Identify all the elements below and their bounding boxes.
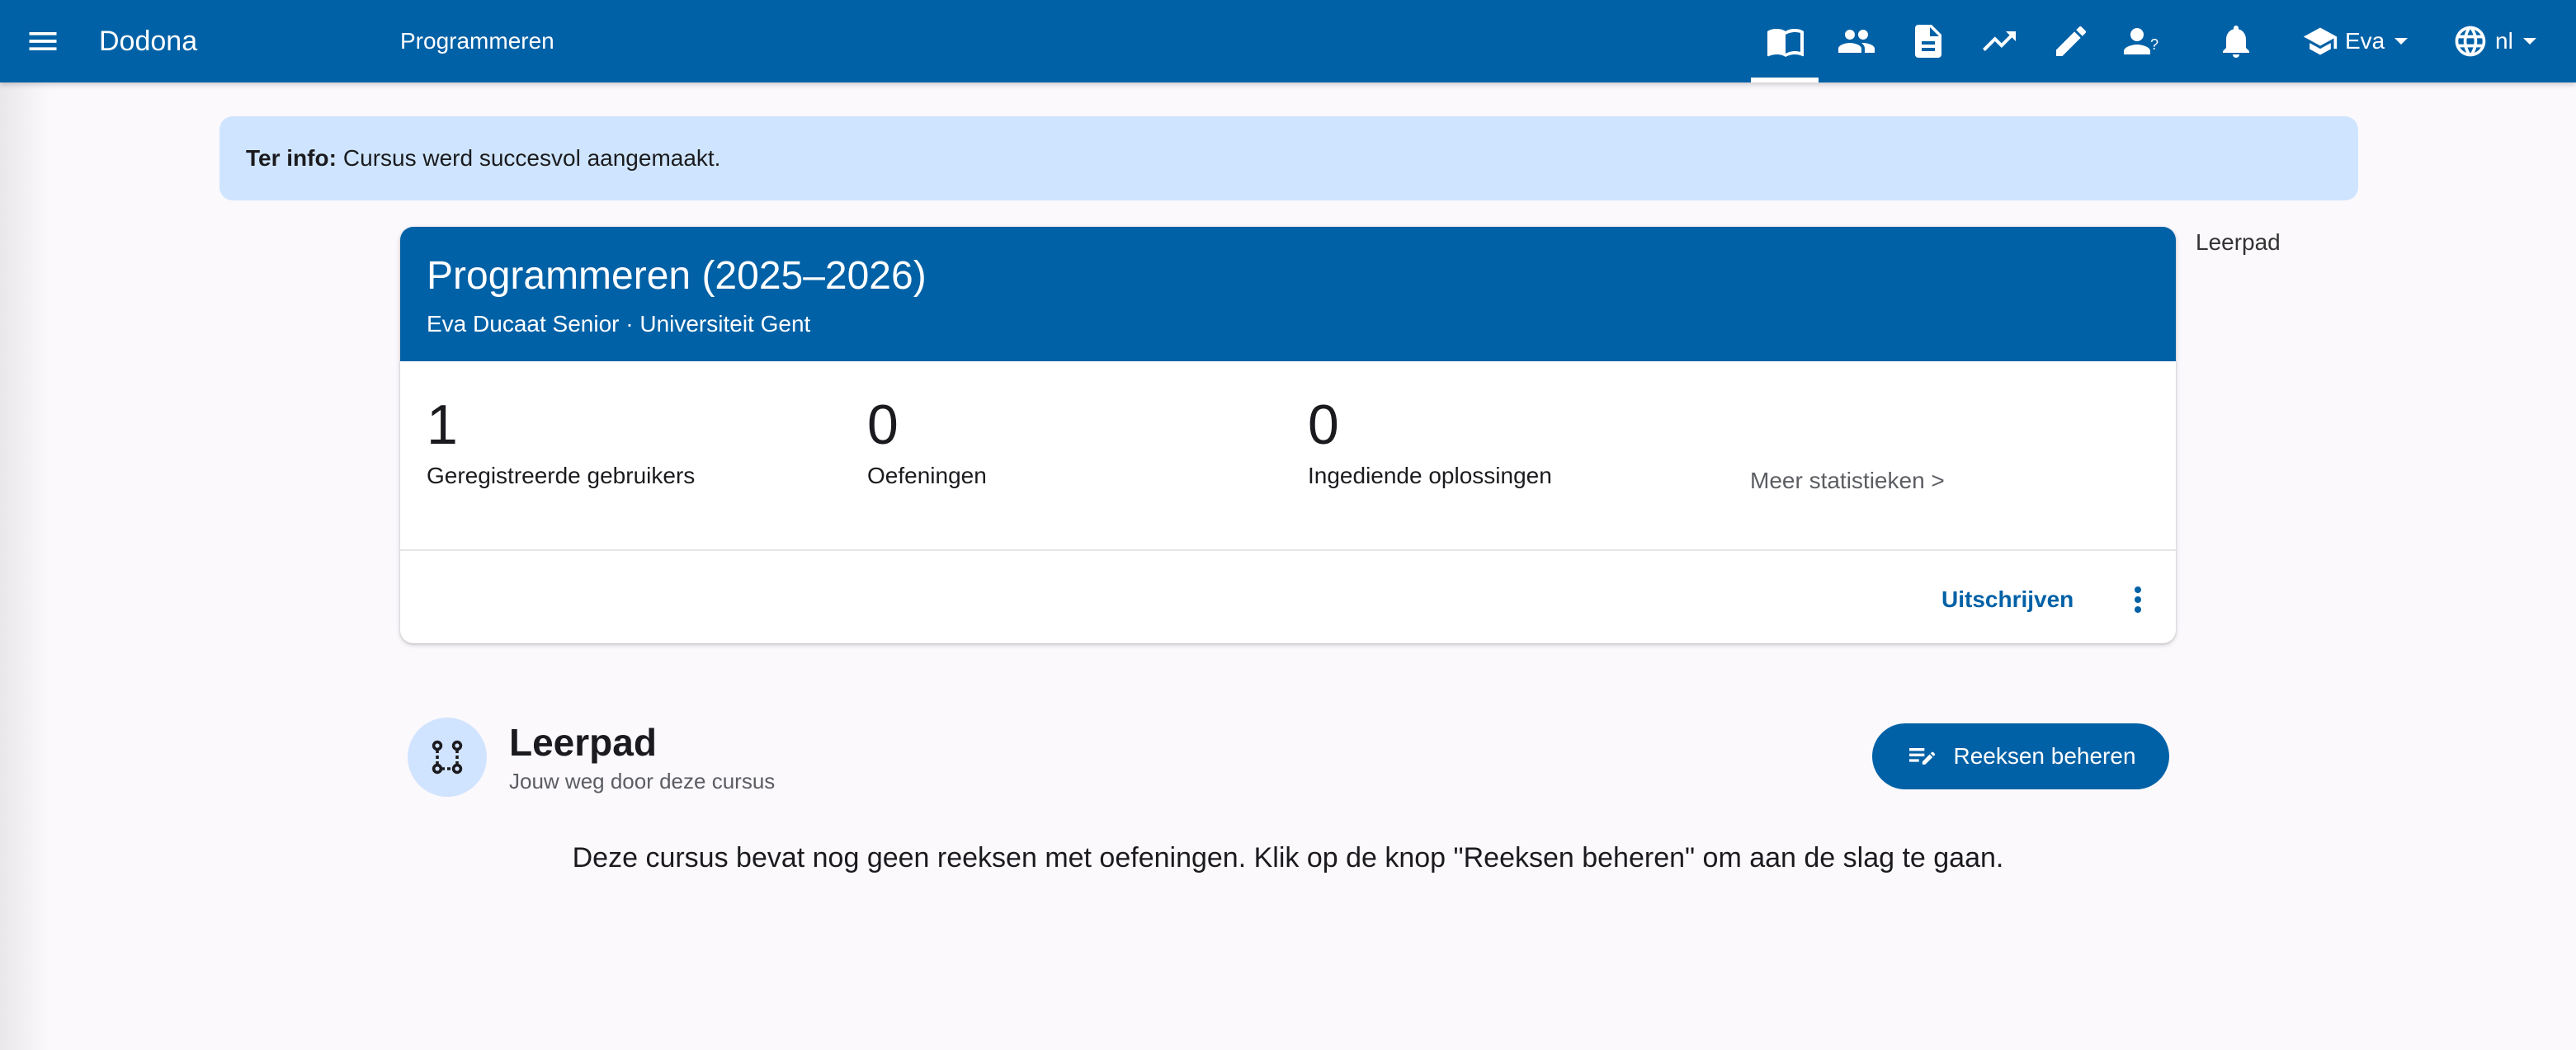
submissions-icon[interactable] bbox=[1908, 21, 1948, 61]
more-statistics-link[interactable]: Meer statistieken > bbox=[1750, 464, 1945, 497]
unsubscribe-button[interactable]: Uitschrijven bbox=[1941, 575, 2074, 624]
language-code: nl bbox=[2495, 28, 2513, 54]
questions-icon[interactable]: ? bbox=[2122, 21, 2162, 61]
chevron-down-icon bbox=[2394, 38, 2409, 45]
side-nav-leerpad-link[interactable]: Leerpad bbox=[2196, 226, 2281, 259]
stat-value: 0 bbox=[867, 393, 899, 456]
school-icon bbox=[2303, 27, 2338, 55]
brand-title[interactable]: Dodona bbox=[99, 21, 197, 62]
stat-label: Oefeningen bbox=[867, 463, 987, 488]
stat-label: Geregistreerde gebruikers bbox=[427, 463, 696, 488]
course-title: Programmeren (2025–2026) bbox=[427, 254, 927, 298]
stat-label: Ingediende oplossingen bbox=[1308, 463, 1552, 488]
manage-series-button[interactable]: Reeksen beheren bbox=[1872, 723, 2169, 789]
more-vert-icon[interactable] bbox=[2118, 580, 2158, 619]
active-tab-indicator bbox=[1751, 78, 1819, 82]
info-alert: Ter info: Cursus werd succesvol aangemaa… bbox=[219, 116, 2358, 200]
globe-icon bbox=[2455, 26, 2486, 57]
stat-submissions: 0 Ingediende oplossingen bbox=[1308, 390, 1552, 492]
empty-state-message: Deze cursus bevat nog geen reeksen met o… bbox=[572, 842, 2004, 873]
user-menu[interactable]: Eva bbox=[2302, 20, 2409, 63]
manage-series-label: Reeksen beheren bbox=[1953, 743, 2136, 769]
stat-value: 1 bbox=[427, 393, 458, 456]
left-edge-shadow bbox=[0, 82, 50, 1050]
alert-message: Cursus werd succesvol aangemaakt. bbox=[342, 145, 721, 171]
alert-prefix: Ter info: bbox=[246, 145, 337, 171]
page-subtitle[interactable]: Programmeren bbox=[400, 25, 554, 58]
menu-icon[interactable] bbox=[25, 23, 61, 59]
statistics-icon[interactable] bbox=[1979, 21, 2019, 61]
top-app-bar: Dodona Programmeren ? Eva nl bbox=[0, 0, 2576, 82]
course-card-header: Programmeren (2025–2026) Eva Ducaat Seni… bbox=[400, 227, 2176, 361]
user-name: Eva bbox=[2345, 28, 2385, 54]
stat-exercises: 0 Oefeningen bbox=[867, 390, 987, 492]
language-menu[interactable]: nl bbox=[2452, 20, 2536, 63]
section-subtitle: Jouw weg door deze cursus bbox=[509, 769, 776, 793]
users-icon[interactable] bbox=[1837, 21, 1876, 61]
route-icon bbox=[408, 718, 487, 797]
course-icon[interactable] bbox=[1766, 21, 1805, 61]
card-divider bbox=[400, 549, 2176, 551]
edit-list-icon bbox=[1909, 748, 1936, 765]
notifications-icon[interactable] bbox=[2216, 21, 2256, 61]
chevron-down-icon bbox=[2522, 38, 2536, 45]
course-card: Programmeren (2025–2026) Eva Ducaat Seni… bbox=[400, 227, 2176, 643]
stat-users: 1 Geregistreerde gebruikers bbox=[427, 390, 695, 492]
edit-icon[interactable] bbox=[2051, 21, 2091, 61]
stat-value: 0 bbox=[1308, 393, 1339, 456]
svg-text:?: ? bbox=[2150, 36, 2158, 53]
course-subtitle: Eva Ducaat Senior · Universiteit Gent bbox=[427, 311, 811, 337]
section-title: Leerpad bbox=[509, 721, 657, 764]
